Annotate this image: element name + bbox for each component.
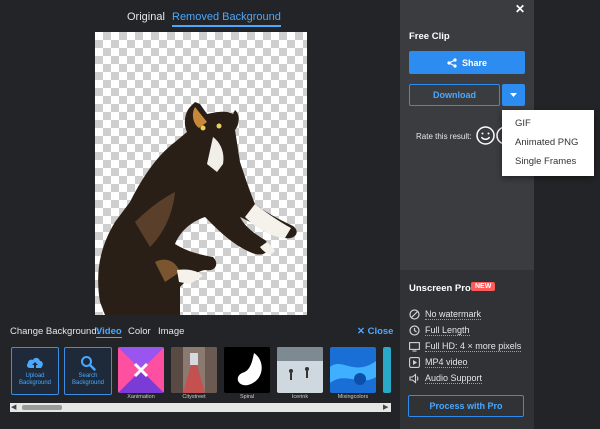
- menu-item-single-frames[interactable]: Single Frames: [515, 156, 576, 167]
- happy-face-icon[interactable]: [476, 126, 495, 150]
- tab-color[interactable]: Color: [128, 326, 151, 337]
- menu-item-animated-png[interactable]: Animated PNG: [515, 137, 578, 148]
- hd-icon: [409, 342, 420, 352]
- scroll-left-icon[interactable]: ◀: [11, 403, 16, 411]
- pro-heading: Unscreen Pro: [409, 283, 471, 294]
- feature-audio: Audio Support: [409, 373, 483, 384]
- icerink-thumbnail-image: [277, 347, 323, 393]
- feature-text: Full HD: 4 × more pixels: [425, 341, 522, 352]
- thumbnail-caption: Xanimation: [127, 394, 155, 400]
- close-background-button[interactable]: ✕ Close: [357, 326, 393, 337]
- menu-item-gif[interactable]: GIF: [515, 118, 531, 129]
- thumbnail-caption: Icerink: [291, 394, 309, 400]
- feature-full-length: Full Length: [409, 325, 470, 336]
- upload-background-label: Upload Background: [18, 373, 52, 386]
- download-button[interactable]: Download: [409, 84, 500, 106]
- feature-text: Audio Support: [425, 373, 483, 384]
- search-background-label: Search Background: [71, 373, 105, 386]
- xanimation-thumbnail-image: [118, 347, 164, 393]
- search-icon: [81, 356, 96, 371]
- play-icon: [409, 357, 420, 368]
- thumbnail-icerink[interactable]: [277, 347, 323, 393]
- thumbnail-caption: Mixingcolors: [337, 394, 369, 400]
- upload-background-button[interactable]: Upload Background: [11, 347, 59, 395]
- tab-image[interactable]: Image: [158, 326, 184, 337]
- thumbnail-xanimation[interactable]: [118, 347, 164, 393]
- scroll-right-icon[interactable]: ▶: [383, 403, 388, 411]
- thumbnail-citystreet[interactable]: [171, 347, 217, 393]
- search-background-button[interactable]: Search Background: [64, 347, 112, 395]
- caret-down-icon: [510, 92, 517, 97]
- scrollbar-thumb[interactable]: [22, 405, 62, 410]
- thumbnail-spiral[interactable]: [224, 347, 270, 393]
- tab-video[interactable]: Video: [96, 326, 122, 338]
- process-with-pro-button[interactable]: Process with Pro: [408, 395, 524, 417]
- change-background-label: Change Background:: [10, 326, 100, 337]
- mixingcolors-thumbnail-image: [330, 347, 376, 393]
- share-icon: [447, 57, 457, 68]
- tab-removed-background[interactable]: Removed Background: [172, 11, 281, 27]
- new-badge: NEW: [471, 282, 496, 291]
- cat-cutout-image: [98, 102, 297, 315]
- tab-original[interactable]: Original: [127, 11, 165, 23]
- download-format-menu: GIF Animated PNG Single Frames: [502, 110, 594, 176]
- thumbnail-partial[interactable]: [383, 347, 391, 393]
- share-label: Share: [461, 57, 487, 68]
- spiral-thumbnail-image: [224, 347, 270, 393]
- speaker-icon: [409, 373, 419, 384]
- free-clip-heading: Free Clip: [409, 31, 450, 42]
- thumbnail-caption: Spiral: [239, 394, 255, 400]
- no-watermark-icon: [409, 309, 420, 320]
- citystreet-thumbnail-image: [171, 347, 217, 393]
- feature-mp4: MP4 video: [409, 357, 468, 368]
- share-button[interactable]: Share: [409, 51, 525, 74]
- feature-full-hd: Full HD: 4 × more pixels: [409, 341, 522, 352]
- clock-icon: [409, 325, 420, 336]
- feature-text: No watermark: [425, 309, 482, 320]
- close-icon[interactable]: ✕: [515, 2, 525, 16]
- cloud-upload-icon: [26, 357, 43, 368]
- partial-thumbnail-image: [383, 347, 391, 393]
- thumbnail-mixingcolors[interactable]: [330, 347, 376, 393]
- preview-canvas: [95, 32, 307, 315]
- feature-no-watermark: No watermark: [409, 309, 482, 320]
- feature-text: Full Length: [425, 325, 470, 336]
- horizontal-scrollbar[interactable]: [10, 403, 391, 412]
- download-options-toggle[interactable]: [502, 84, 525, 106]
- feature-text: MP4 video: [425, 357, 468, 368]
- thumbnail-caption: Citystreet: [182, 394, 206, 400]
- rate-result-label: Rate this result:: [416, 132, 472, 141]
